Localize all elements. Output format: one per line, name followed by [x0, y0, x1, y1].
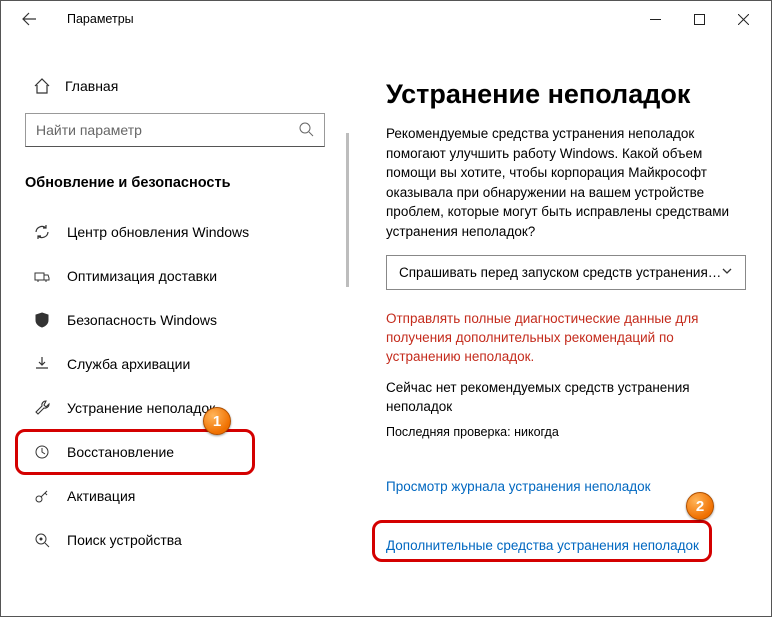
sidebar-item-label: Безопасность Windows: [67, 312, 217, 328]
dropdown-value: Спрашивать перед запуском средств устран…: [399, 265, 721, 280]
page-description: Рекомендуемые средства устранения непола…: [386, 124, 746, 241]
shield-icon: [33, 311, 51, 329]
delivery-icon: [33, 267, 51, 285]
maximize-button[interactable]: [677, 3, 721, 35]
sidebar-item-label: Поиск устройства: [67, 532, 182, 548]
additional-troubleshooters-link[interactable]: Дополнительные средства устранения непол…: [386, 538, 746, 553]
back-button[interactable]: [13, 3, 45, 35]
sidebar-item-windows-update[interactable]: Центр обновления Windows: [1, 211, 349, 253]
sidebar-item-backup[interactable]: Служба архивации: [1, 343, 349, 385]
minimize-icon: [650, 14, 661, 25]
sync-icon: [33, 223, 51, 241]
location-icon: [33, 531, 51, 549]
page-heading: Устранение неполадок: [386, 79, 746, 110]
no-recommended-text: Сейчас нет рекомендуемых средств устране…: [386, 379, 746, 417]
sidebar-item-find-device[interactable]: Поиск устройства: [1, 519, 349, 561]
search-placeholder: Найти параметр: [36, 122, 298, 138]
wrench-icon: [33, 399, 51, 417]
content-pane: Устранение неполадок Рекомендуемые средс…: [349, 37, 772, 616]
home-icon: [33, 77, 51, 95]
sidebar-item-label: Центр обновления Windows: [67, 224, 249, 240]
last-check-text: Последняя проверка: никогда: [386, 425, 746, 439]
sidebar-item-label: Активация: [67, 488, 135, 504]
annotation-badge-2: 2: [686, 492, 714, 520]
history-link[interactable]: Просмотр журнала устранения неполадок: [386, 479, 746, 494]
sidebar-item-label: Устранение неполадок: [67, 400, 215, 416]
key-icon: [33, 487, 51, 505]
recommendation-dropdown[interactable]: Спрашивать перед запуском средств устран…: [386, 255, 746, 290]
diagnostic-data-link[interactable]: Отправлять полные диагностические данные…: [386, 310, 746, 367]
sidebar-home[interactable]: Главная: [1, 71, 349, 113]
minimize-button[interactable]: [633, 3, 677, 35]
sidebar-item-label: Служба архивации: [67, 356, 190, 372]
sidebar-item-activation[interactable]: Активация: [1, 475, 349, 517]
window-title: Параметры: [67, 12, 134, 26]
sidebar-item-delivery-optimization[interactable]: Оптимизация доставки: [1, 255, 349, 297]
arrow-left-icon: [21, 11, 37, 27]
sidebar: Главная Найти параметр Обновление и безо…: [1, 37, 349, 616]
sidebar-home-label: Главная: [65, 78, 118, 94]
titlebar: Параметры: [1, 1, 771, 37]
search-icon: [298, 121, 314, 140]
backup-icon: [33, 355, 51, 373]
sidebar-item-recovery[interactable]: Восстановление: [1, 431, 349, 473]
close-button[interactable]: [721, 3, 765, 35]
search-input[interactable]: Найти параметр: [25, 113, 325, 147]
sidebar-item-troubleshoot[interactable]: Устранение неполадок: [1, 387, 349, 429]
chevron-down-icon: [721, 265, 733, 280]
sidebar-item-label: Восстановление: [67, 444, 174, 460]
maximize-icon: [694, 14, 705, 25]
recovery-icon: [33, 443, 51, 461]
sidebar-item-windows-security[interactable]: Безопасность Windows: [1, 299, 349, 341]
sidebar-section-heading: Обновление и безопасность: [1, 175, 349, 209]
sidebar-item-label: Оптимизация доставки: [67, 268, 217, 284]
close-icon: [738, 14, 749, 25]
